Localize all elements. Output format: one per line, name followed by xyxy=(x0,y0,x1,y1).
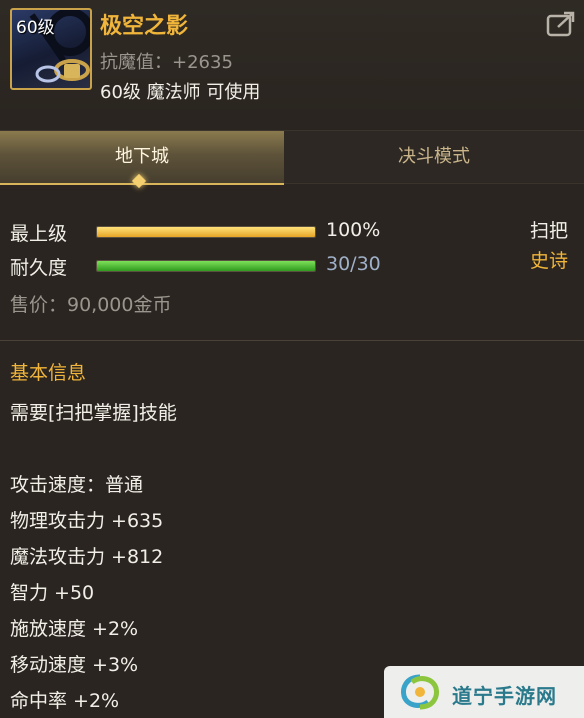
durability-bar-fill xyxy=(97,261,315,271)
item-type: 扫把 xyxy=(529,220,568,242)
stat-line: 物理攻击力 +635 xyxy=(10,510,164,532)
item-icon[interactable]: 60级 xyxy=(10,8,92,90)
item-requirement: 60级 魔法师 可使用 xyxy=(100,82,261,103)
stat-line: 施放速度 +2% xyxy=(10,618,139,640)
grade-value: 100% xyxy=(326,219,381,241)
grade-bar xyxy=(96,226,316,238)
durability-bar xyxy=(96,260,316,272)
item-level-badge: 60级 xyxy=(16,18,55,38)
grade-bar-fill xyxy=(97,227,315,237)
stat-line: 智力 +50 xyxy=(10,582,95,604)
item-header: 60级 极空之影 抗魔值：+2635 60级 魔法师 可使用 xyxy=(0,0,584,118)
item-magic-defense: 抗魔值：+2635 xyxy=(100,52,233,73)
tab-duel-mode[interactable]: 决斗模式 xyxy=(284,131,584,183)
durability-value: 30/30 xyxy=(326,253,381,275)
stat-line: 魔法攻击力 +812 xyxy=(10,546,164,568)
watermark-text: 道宁手游网 xyxy=(452,684,557,708)
skill-requirement: 需要[扫把掌握]技能 xyxy=(10,402,177,424)
site-watermark: 道宁手游网 xyxy=(384,666,584,718)
stat-line: 攻击速度：普通 xyxy=(10,474,144,496)
mode-tabs: 地下城 决斗模式 xyxy=(0,130,584,185)
item-name: 极空之影 xyxy=(100,14,189,39)
sell-price: 售价：90,000金币 xyxy=(10,294,172,316)
grade-label: 最上级 xyxy=(10,223,68,245)
stat-line: 命中率 +2% xyxy=(10,690,120,712)
share-icon xyxy=(546,11,575,37)
item-rarity: 史诗 xyxy=(529,250,568,272)
stat-line: 移动速度 +3% xyxy=(10,654,139,676)
divider xyxy=(0,340,584,341)
site-logo-icon xyxy=(401,674,439,710)
share-button[interactable] xyxy=(546,10,576,38)
durability-label: 耐久度 xyxy=(10,257,68,279)
basic-info-title: 基本信息 xyxy=(10,362,87,384)
